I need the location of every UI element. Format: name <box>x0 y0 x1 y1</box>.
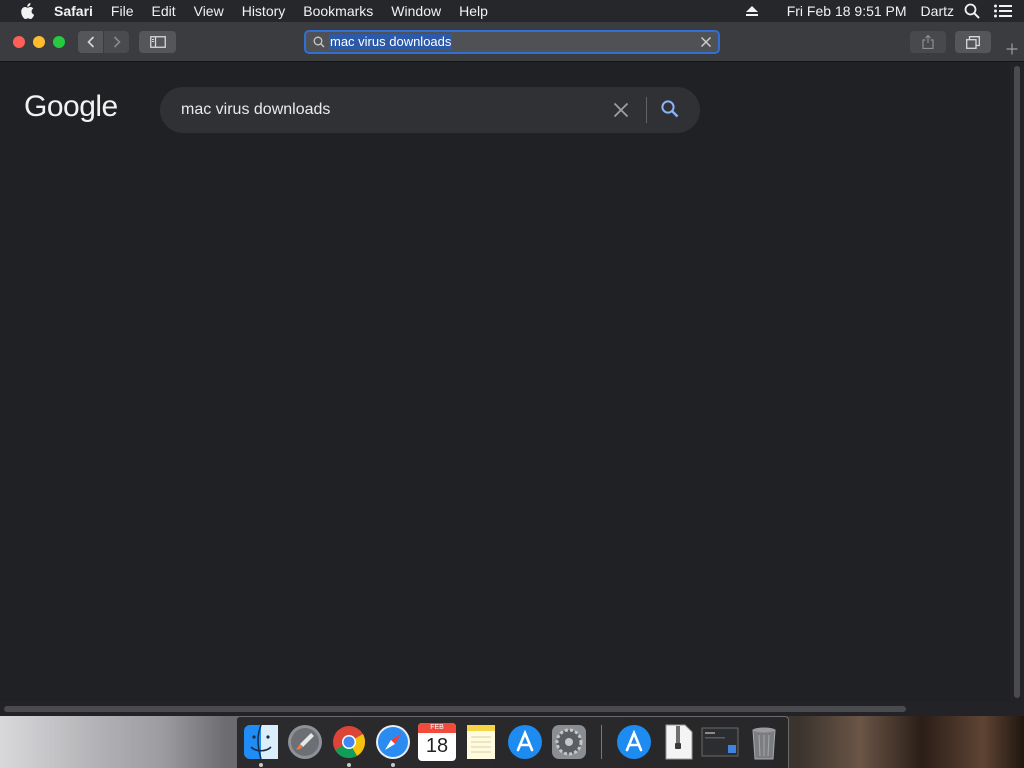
vertical-scroll-thumb[interactable] <box>1014 66 1020 698</box>
address-bar-text[interactable]: mac virus downloads <box>329 34 453 50</box>
chrome-icon[interactable] <box>330 723 368 761</box>
menu-bookmarks[interactable]: Bookmarks <box>294 0 382 22</box>
screenshot-file-icon[interactable] <box>701 723 739 761</box>
horizontal-scrollbar[interactable] <box>0 702 1024 716</box>
menu-app-name[interactable]: Safari <box>54 0 102 22</box>
eject-icon[interactable] <box>745 5 759 17</box>
calendar-icon[interactable]: FEB 18 <box>418 723 456 761</box>
app-store-icon[interactable] <box>506 723 544 761</box>
chevron-right-icon <box>113 36 121 48</box>
share-icon <box>922 35 934 49</box>
menu-window[interactable]: Window <box>382 0 450 22</box>
safari-icon[interactable] <box>374 723 412 761</box>
search-icon <box>313 36 325 48</box>
calendar-day: 18 <box>425 735 449 757</box>
system-preferences-icon[interactable] <box>550 723 588 761</box>
apple-menu[interactable] <box>0 0 54 22</box>
applications-folder-icon[interactable] <box>615 723 653 761</box>
dock-separator <box>601 725 602 759</box>
menu-user[interactable]: Dartz <box>921 0 954 22</box>
menu-view[interactable]: View <box>185 0 233 22</box>
horizontal-scroll-thumb[interactable] <box>4 706 906 712</box>
show-tabs-button[interactable] <box>955 31 991 53</box>
sidebar-toggle-button[interactable] <box>139 31 176 53</box>
menu-file[interactable]: File <box>102 0 143 22</box>
safari-running-indicator <box>391 763 395 767</box>
sidebar-icon <box>149 36 166 48</box>
launchpad-icon[interactable] <box>286 723 324 761</box>
chevron-left-icon <box>86 36 94 48</box>
vertical-scrollbar[interactable] <box>1010 62 1024 702</box>
menu-bar: Safari File Edit View History Bookmarks … <box>0 0 1024 22</box>
search-input[interactable]: mac virus downloads <box>181 101 330 119</box>
clear-search-icon[interactable] <box>612 101 630 119</box>
back-button[interactable] <box>78 31 103 53</box>
chrome-running-indicator <box>347 763 351 767</box>
finder-icon[interactable] <box>242 723 280 761</box>
menu-edit[interactable]: Edit <box>142 0 184 22</box>
close-window-button[interactable] <box>13 36 25 48</box>
google-logo[interactable]: Google <box>24 90 118 124</box>
notes-icon[interactable] <box>462 723 500 761</box>
web-page: Google mac virus downloads <box>0 62 1010 702</box>
search-box-divider <box>646 97 647 123</box>
trash-icon[interactable] <box>745 723 783 761</box>
google-search-box[interactable]: mac virus downloads <box>160 87 700 133</box>
menu-clock[interactable]: Fri Feb 18 9:51 PM <box>787 0 907 22</box>
finder-running-indicator <box>259 763 263 767</box>
new-tab-button[interactable] <box>999 36 1024 61</box>
address-bar[interactable]: mac virus downloads <box>304 30 720 54</box>
minimize-window-button[interactable] <box>33 36 45 48</box>
spotlight-search-icon[interactable] <box>964 3 980 19</box>
tab-overview-icon <box>966 35 980 49</box>
apple-icon <box>21 3 34 19</box>
menu-help[interactable]: Help <box>450 0 497 22</box>
notification-center-icon[interactable] <box>994 4 1012 18</box>
zip-file-icon[interactable] <box>659 723 697 761</box>
plus-icon <box>1006 43 1017 54</box>
zoom-window-button[interactable] <box>53 36 65 48</box>
share-button[interactable] <box>910 31 946 53</box>
menu-history[interactable]: History <box>233 0 295 22</box>
clear-address-icon[interactable] <box>700 36 712 48</box>
dock: FEB 18 <box>236 716 789 768</box>
menu-bar-status: Fri Feb 18 9:51 PM Dartz <box>745 0 1024 22</box>
google-search-icon[interactable] <box>660 99 680 119</box>
safari-toolbar: mac virus downloads <box>0 22 1024 62</box>
calendar-month: FEB <box>418 723 456 733</box>
forward-button[interactable] <box>104 31 129 53</box>
